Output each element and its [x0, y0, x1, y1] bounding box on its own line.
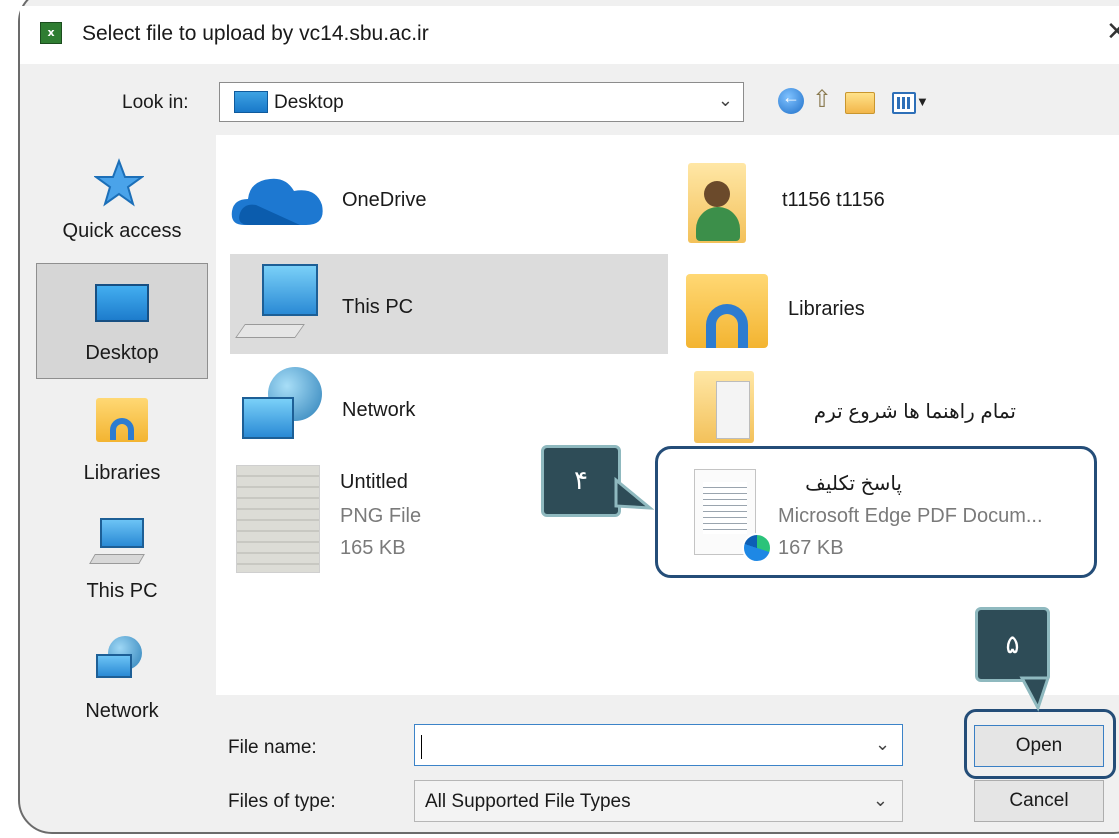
computer-icon	[262, 264, 318, 316]
item-name: Libraries	[788, 298, 865, 320]
place-label: Desktop	[85, 342, 159, 364]
place-label: Libraries	[83, 462, 161, 484]
list-item-network[interactable]: Network	[236, 367, 656, 457]
user-folder-icon	[688, 163, 746, 243]
desktop-icon	[234, 91, 268, 113]
chevron-down-icon: ⌄	[717, 90, 733, 110]
place-label: Network	[85, 700, 159, 722]
item-name: تمام راهنما ها شروع ترم	[813, 401, 1016, 423]
highlight-answer-file	[655, 446, 1097, 578]
place-label: Quick access	[62, 220, 182, 242]
place-quick-access[interactable]: Quick access	[36, 150, 208, 250]
item-name: Network	[342, 399, 416, 421]
item-name: t1156 t1156	[782, 189, 885, 211]
dialog-title: Select file to upload by vc14.sbu.ac.ir	[82, 22, 429, 45]
folder-icon	[694, 371, 754, 443]
text-caret	[421, 735, 422, 759]
files-of-type-dropdown[interactable]: All Supported File Types ⌄	[414, 780, 903, 822]
libraries-icon	[686, 274, 768, 348]
place-libraries[interactable]: Libraries	[36, 390, 208, 490]
files-of-type-label: Files of type:	[228, 791, 336, 812]
cloud-icon	[231, 178, 323, 225]
item-name: This PC	[342, 296, 414, 318]
place-network[interactable]: Network	[36, 630, 208, 730]
up-folder-icon[interactable]: ⇧	[812, 88, 834, 114]
back-icon[interactable]	[778, 87, 804, 114]
callout-4-pointer	[614, 476, 654, 510]
png-thumbnail-icon	[236, 465, 320, 573]
list-item-this-pc[interactable]: This PC	[230, 254, 668, 354]
item-type: PNG File	[340, 505, 422, 527]
file-name-input[interactable]	[414, 724, 903, 766]
libraries-icon	[96, 398, 148, 442]
list-item-onedrive[interactable]: OneDrive	[230, 163, 670, 243]
chevron-down-icon: ⌄	[872, 790, 888, 810]
places-bar: Quick access Desktop Libraries This PC N…	[36, 150, 208, 730]
cancel-button[interactable]: Cancel	[974, 780, 1104, 822]
close-icon[interactable]: ✕	[1106, 18, 1119, 44]
look-in-value: Desktop	[274, 92, 344, 113]
computer-icon	[100, 518, 144, 548]
callout-step-5: ۵	[975, 607, 1050, 682]
place-desktop[interactable]: Desktop	[36, 263, 208, 379]
chevron-down-icon[interactable]: ⌄	[875, 734, 890, 755]
files-of-type-value: All Supported File Types	[425, 791, 631, 812]
highlight-open-button	[964, 709, 1116, 779]
item-name: Untitled	[340, 471, 408, 493]
item-name: OneDrive	[342, 189, 427, 211]
list-item-guide-folder[interactable]: تمام راهنما ها شروع ترم	[694, 367, 1114, 457]
star-icon	[94, 158, 144, 207]
desktop-icon	[95, 284, 149, 322]
view-menu-arrow-icon[interactable]: ▼	[916, 94, 929, 109]
callout-5-pointer	[1019, 676, 1051, 712]
list-item-user-folder[interactable]: t1156 t1156	[688, 157, 1108, 247]
place-label: This PC	[86, 580, 158, 602]
place-this-pc[interactable]: This PC	[36, 510, 208, 610]
app-icon: x	[40, 22, 62, 44]
callout-step-4: ۴	[541, 445, 621, 517]
list-item-libraries[interactable]: Libraries	[686, 270, 1106, 350]
item-size: 165 KB	[340, 537, 406, 559]
look-in-label: Look in:	[122, 92, 189, 113]
new-folder-icon[interactable]	[845, 92, 875, 114]
look-in-dropdown[interactable]: Desktop ⌄	[219, 82, 744, 122]
file-name-label: File name:	[228, 737, 317, 758]
title-bar: x Select file to upload by vc14.sbu.ac.i…	[20, 6, 1119, 64]
view-menu-icon[interactable]	[892, 92, 916, 114]
